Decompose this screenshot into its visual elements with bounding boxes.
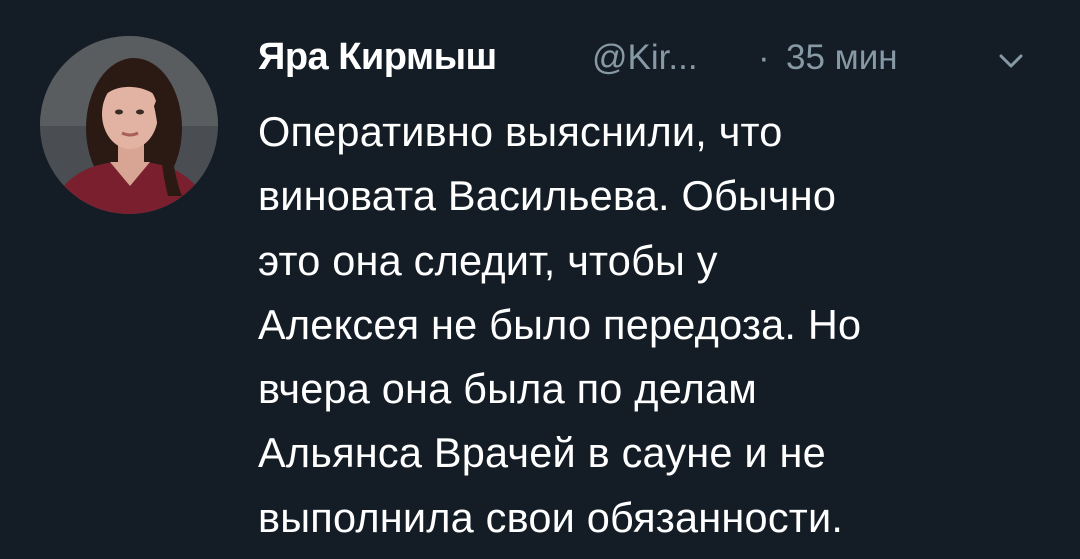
tweet-text-line: виновата Васильева. Обычно xyxy=(258,172,837,220)
tweet-text: Оперативно выяснили, что виновата Василь… xyxy=(258,100,1058,550)
separator-dot: · xyxy=(758,38,770,77)
tweet-text-line: Альянса Врачей в сауне и не xyxy=(258,429,826,477)
avatar-photo xyxy=(40,36,218,214)
author-name[interactable]: Яра Кирмыш xyxy=(258,36,497,79)
tweet-text-line: Оперативно выяснили, что xyxy=(258,108,783,155)
author-handle[interactable]: @Kir... xyxy=(592,38,698,78)
chevron-down-icon[interactable] xyxy=(998,52,1024,70)
tweet-text-line: выполнила свои обязанности. xyxy=(258,493,844,541)
timestamp[interactable]: 35 мин xyxy=(786,38,898,78)
tweet-text-line: Алексея не было передоза. Но xyxy=(258,300,862,348)
tweet[interactable]: Яра Кирмыш @Kir... · 35 мин Оперативно в… xyxy=(0,0,1080,559)
tweet-text-line: это она следит, чтобы у xyxy=(258,236,718,284)
tweet-header: Яра Кирмыш @Kir... · 35 мин xyxy=(258,36,1058,80)
avatar[interactable] xyxy=(40,36,218,214)
tweet-text-line: вчера она была по делам xyxy=(258,365,758,413)
